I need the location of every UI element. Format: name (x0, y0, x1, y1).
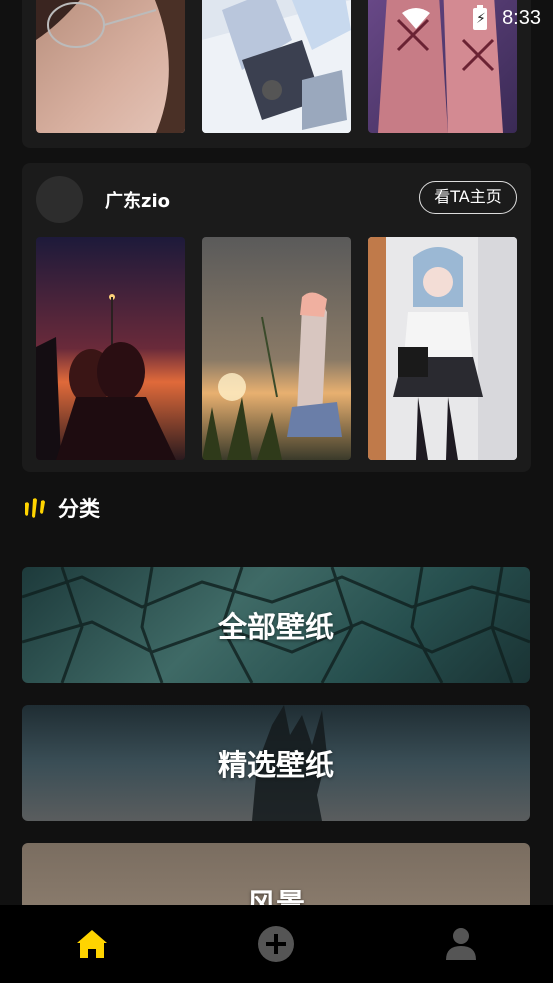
user-wallpaper-card: 广东zio 看TA主页 (22, 163, 531, 472)
wallpaper-thumbnail[interactable] (202, 0, 351, 133)
profile-icon[interactable] (445, 927, 477, 961)
wallpaper-thumbnail[interactable] (202, 237, 351, 460)
nav-home[interactable] (0, 905, 184, 983)
category-label: 全部壁纸 (217, 610, 334, 644)
view-profile-button[interactable]: 看TA主页 (419, 181, 517, 214)
category-section-header: 分类 (22, 492, 100, 524)
wallpaper-thumbnail[interactable] (36, 0, 185, 133)
avatar[interactable] (36, 176, 83, 223)
nav-profile[interactable] (369, 905, 553, 983)
wallpaper-thumbnail[interactable] (368, 237, 517, 460)
category-label: 精选壁纸 (217, 748, 334, 782)
category-featured-wallpapers[interactable]: 精选壁纸 (22, 705, 530, 821)
username[interactable]: 广东zio (105, 187, 170, 213)
nav-add[interactable] (184, 905, 368, 983)
battery-charging-icon: ⚡ (473, 5, 487, 30)
add-icon[interactable] (257, 925, 295, 963)
category-all-wallpapers[interactable]: 全部壁纸 (22, 567, 530, 683)
bottom-nav (0, 905, 553, 983)
category-icon (25, 498, 45, 518)
status-time: 8:33 (502, 7, 541, 29)
status-bar: ⚡ 8:33 (373, 0, 553, 38)
wifi-icon (402, 8, 430, 29)
wallpaper-thumbnail[interactable] (36, 237, 185, 460)
category-section-title: 分类 (58, 497, 100, 521)
home-icon[interactable] (75, 928, 109, 960)
